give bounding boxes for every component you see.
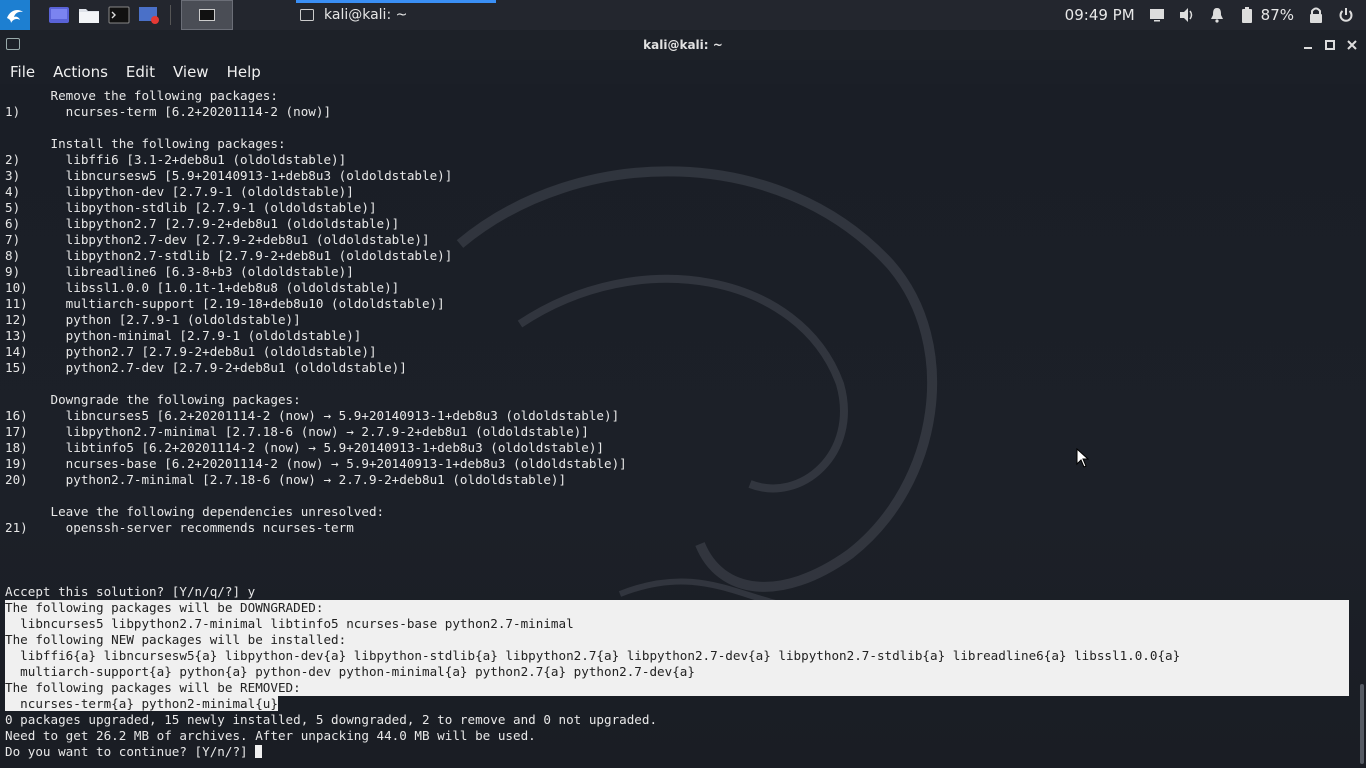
volume-icon[interactable] bbox=[1177, 5, 1197, 25]
selected-terminal-line: The following packages will be DOWNGRADE… bbox=[5, 600, 1349, 616]
panel-separator bbox=[170, 5, 171, 25]
terminal-line: Need to get 26.2 MB of archives. After u… bbox=[5, 728, 536, 743]
terminal-line: 10) libssl1.0.0 [1.0.1t-1+deb8u8 (oldold… bbox=[5, 280, 400, 295]
taskbar-item-terminal[interactable]: kali@kali: ~ bbox=[296, 0, 496, 30]
terminal-line: 11) multiarch-support [2.19-18+deb8u10 (… bbox=[5, 296, 445, 311]
terminal-line: 20) python2.7-minimal [2.7.18-6 (now) → … bbox=[5, 472, 567, 487]
terminal-prompt[interactable]: Do you want to continue? [Y/n/?] bbox=[5, 744, 1349, 760]
minimize-button[interactable] bbox=[1298, 36, 1318, 54]
clock[interactable]: 09:49 PM bbox=[1065, 6, 1135, 24]
terminal-line: 12) python [2.7.9-1 (oldoldstable)] bbox=[5, 312, 301, 327]
terminal-line: 2) libffi6 [3.1-2+deb8u1 (oldoldstable)] bbox=[5, 152, 347, 167]
menu-view[interactable]: View bbox=[173, 63, 209, 81]
mouse-cursor-icon bbox=[1076, 448, 1090, 468]
terminal-scrollbar[interactable] bbox=[1360, 684, 1364, 764]
display-icon[interactable] bbox=[1147, 5, 1167, 25]
workspace-icon[interactable] bbox=[48, 4, 70, 26]
selected-terminal-line: libffi6{a} libncursesw5{a} libpython-dev… bbox=[5, 648, 1349, 664]
terminal-line: 6) libpython2.7 [2.7.9-2+deb8u1 (oldolds… bbox=[5, 216, 400, 231]
menu-bar: File Actions Edit View Help bbox=[0, 60, 1366, 84]
terminal-output[interactable]: Remove the following packages: 1) ncurses… bbox=[0, 84, 1366, 768]
lock-icon[interactable] bbox=[1306, 5, 1326, 25]
menu-help[interactable]: Help bbox=[227, 63, 261, 81]
terminal-line: Accept this solution? [Y/n/q/?] y bbox=[5, 584, 256, 599]
power-icon[interactable] bbox=[1336, 5, 1356, 25]
menu-file[interactable]: File bbox=[10, 63, 35, 81]
selected-terminal-line: The following packages will be REMOVED: bbox=[5, 680, 1349, 696]
terminal-line: Leave the following dependencies unresol… bbox=[5, 504, 385, 519]
system-tray: 09:49 PM 87% bbox=[1065, 0, 1366, 30]
terminal-line: 21) openssh-server recommends ncurses-te… bbox=[5, 520, 354, 535]
notification-bell-icon[interactable] bbox=[1207, 5, 1227, 25]
terminal-line: 14) python2.7 [2.7.9-2+deb8u1 (oldoldsta… bbox=[5, 344, 377, 359]
terminal-line: Install the following packages: bbox=[5, 136, 286, 151]
battery-percentage: 87% bbox=[1260, 6, 1294, 24]
taskbar-item-label: kali@kali: ~ bbox=[324, 7, 408, 23]
terminal-line: 5) libpython-stdlib [2.7.9-1 (oldoldstab… bbox=[5, 200, 377, 215]
kali-dragon-icon[interactable] bbox=[0, 0, 30, 30]
selected-terminal-line: The following NEW packages will be insta… bbox=[5, 632, 1349, 648]
terminal-line: 1) ncurses-term [6.2+20201114-2 (now)] bbox=[5, 104, 332, 119]
terminal-line: 19) ncurses-base [6.2+20201114-2 (now) →… bbox=[5, 456, 627, 471]
selected-terminal-line: libncurses5 libpython2.7-minimal libtinf… bbox=[5, 616, 1349, 632]
terminal-window-icon bbox=[300, 9, 314, 21]
selected-terminal-line: multiarch-support{a} python{a} python-de… bbox=[5, 664, 1349, 680]
terminal-line: 9) libreadline6 [6.3-8+b3 (oldoldstable)… bbox=[5, 264, 354, 279]
terminal-line: 18) libtinfo5 [6.2+20201114-2 (now) → 5.… bbox=[5, 440, 604, 455]
terminal-line: 4) libpython-dev [2.7.9-1 (oldoldstable)… bbox=[5, 184, 354, 199]
close-button[interactable] bbox=[1342, 36, 1362, 54]
terminal-line: 0 packages upgraded, 15 newly installed,… bbox=[5, 712, 658, 727]
window-titlebar[interactable]: kali@kali: ~ bbox=[0, 30, 1366, 60]
terminal-line: 15) python2.7-dev [2.7.9-2+deb8u1 (oldol… bbox=[5, 360, 407, 375]
top-panel: kali@kali: ~ 09:49 PM 87% bbox=[0, 0, 1366, 30]
terminal-line: 13) python-minimal [2.7.9-1 (oldoldstabl… bbox=[5, 328, 362, 343]
selected-terminal-line: ncurses-term{a} python2-minimal{u} bbox=[5, 696, 1349, 712]
workspace-switcher-button[interactable] bbox=[181, 0, 233, 30]
prompt-text: Do you want to continue? [Y/n/?] bbox=[5, 744, 256, 759]
terminal-line: 17) libpython2.7-minimal [2.7.18-6 (now)… bbox=[5, 424, 589, 439]
menu-actions[interactable]: Actions bbox=[53, 63, 108, 81]
maximize-button[interactable] bbox=[1320, 36, 1340, 54]
terminal-window-icon[interactable] bbox=[6, 38, 20, 50]
terminal-line: Remove the following packages: bbox=[5, 88, 278, 103]
terminal-line: 7) libpython2.7-dev [2.7.9-2+deb8u1 (old… bbox=[5, 232, 430, 247]
terminal-line: Downgrade the following packages: bbox=[5, 392, 301, 407]
terminal-line: 16) libncurses5 [6.2+20201114-2 (now) → … bbox=[5, 408, 620, 423]
selection-text: ncurses-term{a} python2-minimal{u} bbox=[5, 696, 278, 711]
window-controls bbox=[1296, 36, 1362, 54]
terminal-line: 3) libncursesw5 [5.9+20140913-1+deb8u3 (… bbox=[5, 168, 453, 183]
window-title: kali@kali: ~ bbox=[643, 38, 723, 52]
text-cursor bbox=[255, 745, 263, 758]
menu-edit[interactable]: Edit bbox=[126, 63, 155, 81]
terminal-line: 8) libpython2.7-stdlib [2.7.9-2+deb8u1 (… bbox=[5, 248, 453, 263]
file-manager-icon[interactable] bbox=[78, 4, 100, 26]
battery-icon[interactable] bbox=[1237, 5, 1257, 25]
terminal-lines: Remove the following packages: 1) ncurses… bbox=[5, 88, 1349, 760]
screen-recorder-icon[interactable] bbox=[138, 4, 160, 26]
terminal-icon[interactable] bbox=[108, 4, 130, 26]
